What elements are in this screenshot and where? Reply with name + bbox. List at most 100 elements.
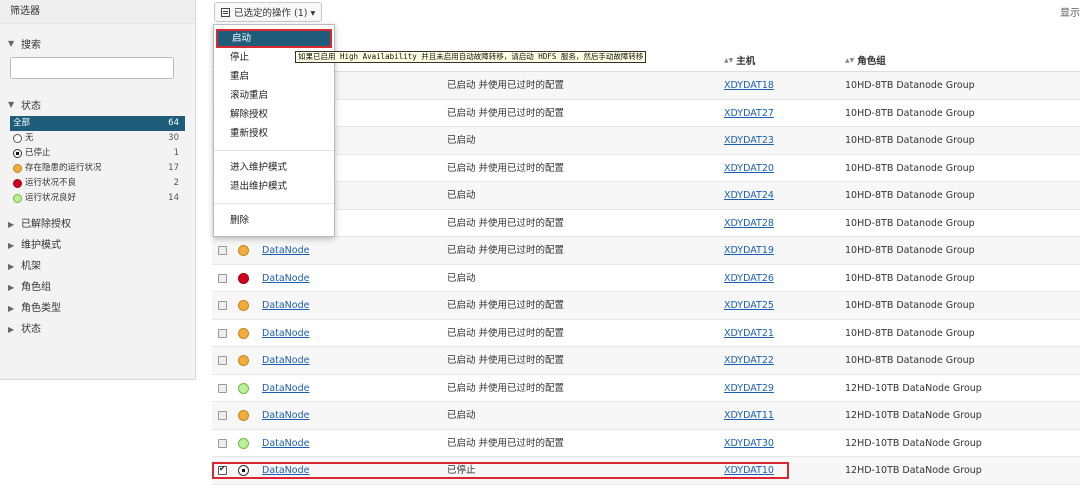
menu-item-decommission[interactable]: 解除授权 (214, 105, 334, 124)
display-label: 显示 (1060, 8, 1080, 19)
row-checkbox[interactable] (218, 328, 227, 338)
status-filter-stopped[interactable]: 已停止 1 (10, 146, 185, 161)
orange-circle-icon (238, 327, 249, 339)
sidebar-title: 筛选器 (0, 0, 195, 24)
host-link[interactable]: XDYDAT26 (724, 265, 774, 292)
table-row[interactable]: DataNode 已启动 并使用已过时的配置 XDYDAT25 10HD-8TB Da… (212, 292, 1080, 320)
chevron-right-icon: ▶ (8, 262, 15, 271)
row-checkbox[interactable] (218, 356, 227, 365)
host-link[interactable]: XDYDAT30 (724, 430, 774, 457)
role-group: 10HD-8TB Datanode Group (845, 327, 975, 339)
host-link[interactable]: XDYDAT24 (724, 182, 774, 209)
menu-item-recommission[interactable]: 重新授权 (214, 124, 334, 143)
role-group: 10HD-8TB Datanode Group (845, 162, 975, 174)
toolbar: 已选定的操作 (1) ▾ 显示 (212, 0, 1080, 28)
host-link[interactable]: XDYDAT27 (724, 100, 774, 127)
table-row[interactable]: DataNode 已启动 并使用已过时的配置 XDYDAT19 10HD-8TB Da… (212, 237, 1080, 265)
menu-item-restart[interactable]: 重启 (214, 67, 334, 86)
roles-table: ▲▼ 主机 ▲▼ 角色组 已启动 并使用已过时的配置 XDYDAT18 10HD-8… (212, 44, 1080, 485)
table-row[interactable]: 已启动 并使用已过时的配置 XDYDAT27 10HD-8TB Datanode G… (212, 100, 1080, 127)
row-checkbox[interactable] (218, 383, 227, 393)
table-row[interactable]: DataNode 已启动 并使用已过时的配置 XDYDAT30 12HD-10TB D… (212, 430, 1080, 457)
table-row[interactable]: DataNode 已启动 XDYDAT11 12HD-10TB DataNode Gr… (212, 402, 1080, 430)
status-filter-count: 30 (168, 133, 179, 143)
role-name-link[interactable]: DataNode (262, 402, 309, 429)
role-name-link[interactable]: DataNode (262, 430, 309, 457)
status-section-toggle[interactable]: ▼ 状态 (0, 97, 195, 112)
sort-icon: ▲▼ (845, 56, 855, 64)
main-content: 已选定的操作 (1) ▾ 显示 ▲▼ 主机 ▲▼ 角色组 已启动 并使用已过时的… (212, 0, 1080, 485)
search-input[interactable] (10, 57, 174, 79)
host-link[interactable]: XDYDAT23 (724, 127, 774, 154)
selection-highlight (212, 462, 789, 479)
table-row[interactable]: 已启动 XDYDAT24 10HD-8TB Datanode Group (212, 182, 1080, 210)
search-section-toggle[interactable]: ▼ 搜索 (0, 36, 195, 51)
role-name-link[interactable]: DataNode (262, 375, 309, 402)
role-group: 10HD-8TB Datanode Group (845, 245, 975, 256)
host-link[interactable]: XDYDAT19 (724, 237, 774, 264)
host-link[interactable]: XDYDAT18 (724, 72, 774, 99)
status-filter-label: 存在隐患的运行状况 (25, 163, 102, 173)
column-header-host[interactable]: ▲▼ 主机 (724, 53, 755, 67)
stopped-icon (13, 149, 22, 158)
role-group: 10HD-8TB Datanode Group (845, 107, 975, 119)
status-filter-bad[interactable]: 运行状况不良 2 (10, 176, 185, 191)
filter-role-type-toggle[interactable]: ▶ 角色类型 (0, 298, 195, 319)
host-link[interactable]: XDYDAT20 (724, 155, 774, 182)
row-checkbox[interactable] (218, 273, 227, 283)
host-link[interactable]: XDYDAT25 (724, 292, 774, 319)
filter-role-group-toggle[interactable]: ▶ 角色组 (0, 277, 195, 298)
row-checkbox[interactable] (218, 438, 227, 448)
host-link[interactable]: XDYDAT29 (724, 375, 774, 402)
host-link[interactable]: XDYDAT28 (724, 210, 774, 237)
table-row[interactable]: 已启动 并使用已过时的配置 XDYDAT18 10HD-8TB Datanode G… (212, 72, 1080, 100)
host-link[interactable]: XDYDAT21 (724, 320, 774, 347)
role-group: 10HD-8TB Datanode Group (845, 135, 975, 146)
filter-rack-toggle[interactable]: ▶ 机架 (0, 256, 195, 277)
filter-maintenance-toggle[interactable]: ▶ 维护模式 (0, 235, 195, 256)
table-row[interactable]: 已启动 XDYDAT23 10HD-8TB Datanode Group (212, 127, 1080, 155)
menu-divider (214, 150, 334, 151)
role-name-link[interactable]: DataNode (262, 347, 309, 374)
table-row[interactable]: DataNode 已启动 并使用已过时的配置 XDYDAT29 12HD-10TB D… (212, 375, 1080, 402)
role-name-link[interactable]: DataNode (262, 292, 309, 319)
role-group: 10HD-8TB Datanode Group (845, 355, 975, 366)
table-row[interactable]: DataNode 已启动 并使用已过时的配置 XDYDAT21 10HD-8TB Da… (212, 320, 1080, 347)
row-checkbox[interactable] (218, 246, 227, 255)
status-filter-good[interactable]: 运行状况良好 14 (10, 191, 185, 206)
selected-actions-button[interactable]: 已选定的操作 (1) ▾ (214, 2, 323, 22)
chevron-down-icon: ▼ (8, 39, 15, 48)
status-filter-count: 1 (173, 148, 179, 158)
role-state: 已启动 并使用已过时的配置 (447, 217, 565, 229)
host-link[interactable]: XDYDAT22 (724, 347, 774, 374)
row-checkbox[interactable] (218, 301, 227, 310)
role-group: 10HD-8TB Datanode Group (845, 272, 975, 284)
role-name-link[interactable]: DataNode (262, 265, 309, 292)
menu-item-exit-maintenance[interactable]: 退出维护模式 (214, 177, 334, 196)
menu-item-delete[interactable]: 删除 (214, 211, 334, 230)
red-circle-icon (13, 179, 22, 188)
status-filter-all[interactable]: 全部 64 (10, 116, 185, 131)
table-row[interactable]: DataNode 已启动 XDYDAT26 10HD-8TB Datanode Gro… (212, 265, 1080, 292)
filter-decommissioned-toggle[interactable]: ▶ 已解除授权 (0, 214, 195, 235)
green-circle-icon (238, 437, 249, 449)
role-name-link[interactable]: DataNode (262, 237, 309, 264)
orange-circle-icon (238, 245, 249, 256)
table-row[interactable]: 已启动 并使用已过时的配置 XDYDAT28 10HD-8TB Datanode G… (212, 210, 1080, 237)
table-row[interactable]: DataNode已停止XDYDAT1012HD-10TB DataNode Gr… (212, 457, 1080, 485)
table-row[interactable]: 已启动 并使用已过时的配置 XDYDAT20 10HD-8TB Datanode G… (212, 155, 1080, 182)
column-header-role-group[interactable]: ▲▼ 角色组 (845, 53, 886, 67)
filter-state-toggle[interactable]: ▶ 状态 (0, 319, 195, 340)
menu-item-enter-maintenance[interactable]: 进入维护模式 (214, 158, 334, 177)
table-row[interactable]: DataNode 已启动 并使用已过时的配置 XDYDAT22 10HD-8TB Da… (212, 347, 1080, 375)
role-name-link[interactable]: DataNode (262, 320, 309, 347)
status-section-label: 状态 (21, 101, 41, 112)
row-checkbox[interactable] (218, 411, 227, 420)
menu-item-rolling-restart[interactable]: 滚动重启 (214, 86, 334, 105)
host-link[interactable]: XDYDAT11 (724, 402, 774, 429)
start-tooltip: 如果已启用 High Availability 并且未启用自动故障转移，请启动 … (295, 51, 647, 63)
menu-item-start[interactable]: 启动 (216, 29, 332, 48)
status-filter-none[interactable]: 无 30 (10, 131, 185, 146)
search-section-label: 搜索 (21, 40, 41, 51)
status-filter-concerning[interactable]: 存在隐患的运行状况 17 (10, 161, 185, 176)
